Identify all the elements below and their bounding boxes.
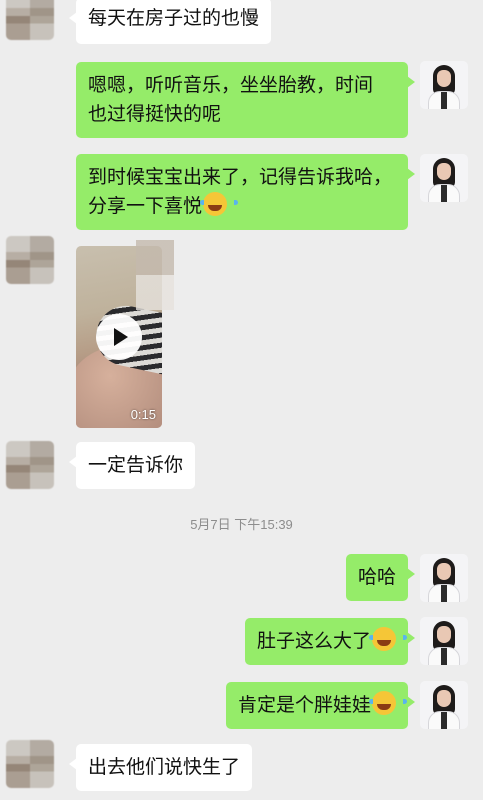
my-avatar[interactable]: [420, 554, 468, 602]
message-bubble-outgoing[interactable]: 嗯嗯，听听音乐，坐坐胎教，时间 也过得挺快的呢: [76, 62, 415, 138]
message-bubble-outgoing[interactable]: 肚子这么大了: [244, 618, 416, 665]
message-text: 每天在房子过的也慢: [88, 7, 260, 29]
message-bubble-outgoing[interactable]: 肯定是个胖娃娃: [225, 682, 416, 729]
message-text: 也过得挺快的呢: [88, 103, 222, 125]
my-avatar[interactable]: [420, 61, 468, 109]
message-text: 到时候宝宝出来了，记得告诉我哈，: [88, 166, 393, 188]
message-bubble-incoming[interactable]: 出去他们说快生了: [68, 744, 253, 791]
chat-timestamp: 5月7日 下午15:39: [190, 517, 293, 532]
message-text: 出去他们说快生了: [88, 756, 241, 778]
contact-avatar[interactable]: [6, 740, 54, 788]
message-text: 哈哈: [357, 566, 396, 588]
contact-avatar[interactable]: [6, 236, 54, 284]
message-bubble-outgoing[interactable]: 哈哈: [345, 554, 416, 601]
video-duration: 0:15: [130, 407, 156, 422]
message-text: 一定告诉你: [88, 454, 184, 476]
message-bubble-incoming[interactable]: 一定告诉你: [68, 442, 196, 489]
message-bubble-incoming[interactable]: 每天在房子过的也慢: [68, 0, 272, 44]
message-text: 嗯嗯，听听音乐，坐坐胎教，时间: [88, 74, 374, 96]
message-text: 分享一下喜悦: [88, 195, 203, 217]
message-bubble-outgoing[interactable]: 到时候宝宝出来了，记得告诉我哈， 分享一下喜悦: [76, 154, 415, 230]
contact-avatar[interactable]: [6, 0, 54, 40]
contact-avatar[interactable]: [6, 441, 54, 489]
blurred-overlay: [136, 240, 174, 310]
laugh-cry-emoji-icon: [369, 627, 407, 651]
my-avatar[interactable]: [420, 154, 468, 202]
my-avatar[interactable]: [420, 617, 468, 665]
play-icon[interactable]: [96, 314, 142, 360]
message-text: 肯定是个胖娃娃: [237, 694, 371, 716]
message-text: 肚子这么大了: [256, 630, 371, 652]
my-avatar[interactable]: [420, 681, 468, 729]
laugh-cry-emoji-icon: [200, 192, 239, 216]
laugh-cry-emoji-icon: [369, 691, 407, 715]
